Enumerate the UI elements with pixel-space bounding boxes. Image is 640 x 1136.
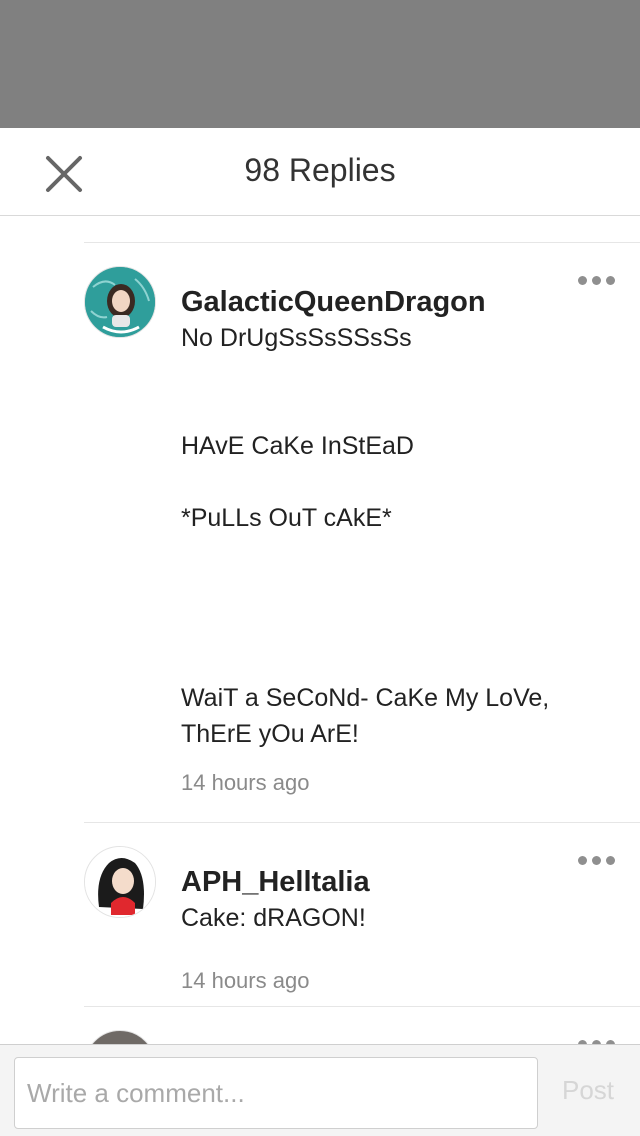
avatar[interactable] [84, 1030, 156, 1044]
comment-body: No DrUgSsSsSSsSs HAvE CaKe InStEaD *PuLL… [181, 324, 550, 748]
username[interactable]: APH_Helltalia [181, 866, 370, 899]
dot-icon [592, 275, 601, 285]
divider [84, 242, 640, 243]
dimmed-backdrop[interactable] [0, 0, 640, 128]
more-options-button[interactable] [578, 1036, 618, 1044]
dot-icon [606, 275, 615, 285]
comment-timestamp: 14 hours ago [181, 968, 310, 993]
username[interactable]: GalacticQueenDragon [181, 286, 486, 319]
comment-composer: Post [0, 1044, 640, 1136]
comment-input[interactable] [14, 1057, 538, 1129]
page-title: 98 Replies [244, 152, 396, 188]
more-options-button[interactable] [578, 852, 618, 868]
dot-icon [592, 855, 601, 865]
replies-list[interactable]: GalacticQueenDragon No DrUgSsSsSSsSs HAv… [0, 216, 640, 1044]
user-avatar-image [85, 847, 155, 917]
divider [84, 1006, 640, 1007]
comment-timestamp: 14 hours ago [181, 770, 310, 795]
post-button[interactable]: Post [562, 1075, 614, 1106]
avatar[interactable] [84, 846, 156, 918]
avatar[interactable] [84, 266, 156, 338]
replies-header: 98 Replies [0, 128, 640, 216]
dot-icon [578, 275, 587, 285]
divider [84, 822, 640, 823]
user-avatar-image [85, 267, 155, 337]
more-options-button[interactable] [578, 272, 618, 288]
comment-body: Cake: dRAGON! [181, 904, 366, 932]
dot-icon [578, 855, 587, 865]
dot-icon [606, 855, 615, 865]
